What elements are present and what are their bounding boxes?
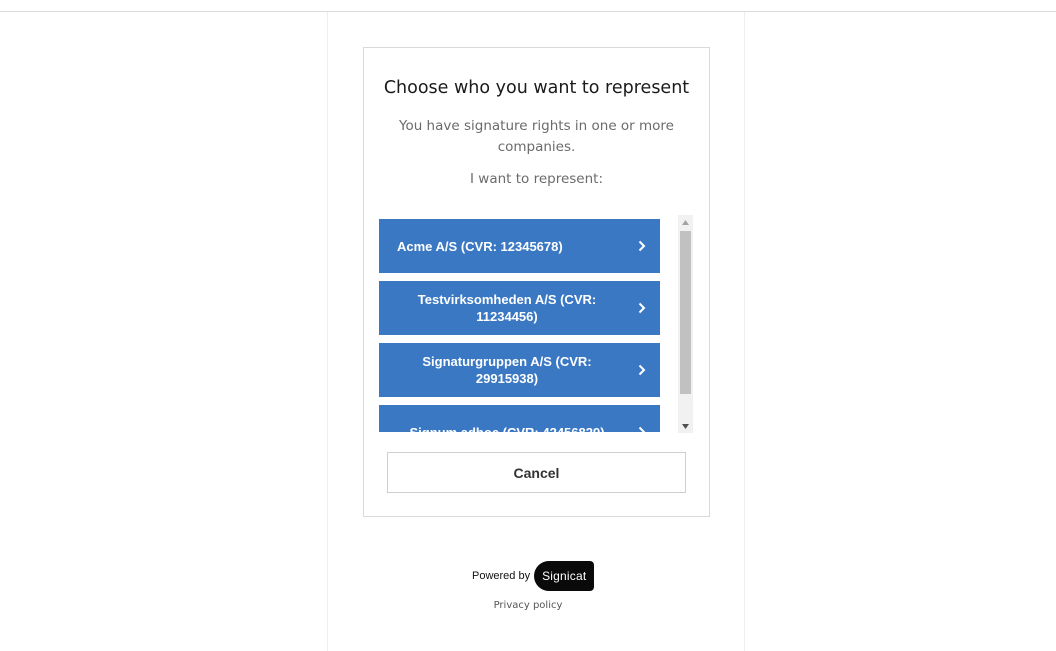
company-label: Testvirksomheden A/S (CVR: 11234456): [417, 292, 597, 324]
scroll-up-arrow-icon[interactable]: [678, 215, 693, 229]
company-button-acme[interactable]: Acme A/S (CVR: 12345678): [379, 219, 660, 273]
company-button-testvirksomheden[interactable]: Testvirksomheden A/S (CVR: 11234456): [379, 281, 660, 335]
chevron-right-icon: [638, 405, 646, 432]
representation-card: Choose who you want to represent You hav…: [363, 47, 710, 517]
company-list: Acme A/S (CVR: 12345678) Testvirksomhede…: [379, 219, 660, 432]
company-label: Signum adhoc (CVR: 42456829): [409, 424, 605, 433]
company-button-signum[interactable]: Signum adhoc (CVR: 42456829): [379, 405, 660, 432]
signicat-logo: Signicat: [534, 561, 595, 591]
chevron-right-icon: [638, 281, 646, 335]
chevron-right-icon: [638, 219, 646, 273]
cancel-button[interactable]: Cancel: [387, 452, 686, 493]
privacy-policy-link[interactable]: Privacy policy: [0, 600, 1056, 611]
company-label: Signaturgruppen A/S (CVR: 29915938): [422, 354, 592, 386]
company-list-scrollbar[interactable]: [678, 215, 693, 433]
card-title: Choose who you want to represent: [383, 78, 690, 98]
card-subtitle: You have signature rights in one or more…: [399, 118, 674, 155]
powered-by: Powered by Signicat: [472, 561, 595, 591]
company-label: Acme A/S (CVR: 12345678): [397, 238, 563, 254]
scrollbar-thumb[interactable]: [680, 231, 691, 394]
powered-by-text: Powered by: [472, 570, 531, 582]
company-button-signaturgruppen[interactable]: Signaturgruppen A/S (CVR: 29915938): [379, 343, 660, 397]
scroll-down-arrow-icon[interactable]: [678, 419, 693, 433]
represent-prompt: I want to represent:: [470, 171, 603, 187]
chevron-right-icon: [638, 343, 646, 397]
